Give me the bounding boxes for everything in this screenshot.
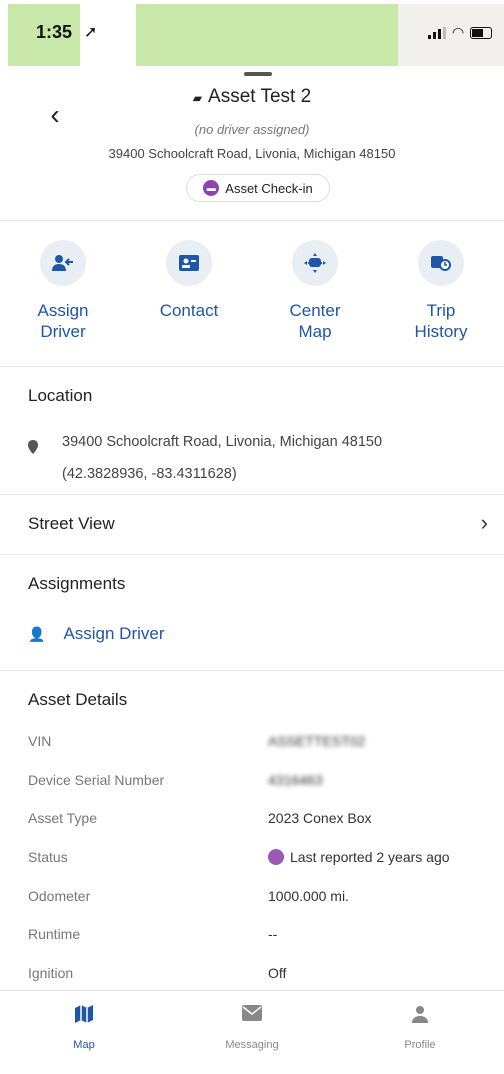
detail-key: Odometer	[28, 887, 91, 904]
asset-details-list: VIN ASSETTEST02 Device Serial Number 431…	[28, 722, 488, 992]
contact-label: Contact	[159, 301, 219, 320]
detail-key: Ignition	[28, 964, 74, 981]
battery-icon	[470, 26, 493, 39]
trip-history-label: Trip History	[414, 301, 468, 341]
divider	[0, 554, 504, 555]
truck-badge-icon: ▬	[203, 180, 220, 196]
tab-label: Map	[73, 1039, 95, 1051]
status-icons: ◠	[428, 24, 493, 41]
status-bar-highlight-right	[136, 4, 398, 66]
detail-value: --	[268, 926, 278, 943]
envelope-icon	[242, 1005, 262, 1025]
status-bar: 1:35 ➚ ◠	[0, 0, 504, 66]
detail-row-vin: VIN ASSETTEST02	[28, 722, 488, 761]
asset-details-title: Asset Details	[28, 690, 128, 709]
tab-label: Profile	[404, 1039, 436, 1051]
detail-key: Asset Type	[28, 810, 98, 827]
street-view-row[interactable]: Street View	[28, 514, 115, 534]
asset-checkin-button[interactable]: ▬ Asset Check-in	[186, 174, 330, 202]
map-icon	[75, 1005, 93, 1025]
wifi-icon: ◠	[452, 24, 465, 40]
trip-history-button[interactable]: Trip History	[378, 240, 504, 342]
location-details: 39400 Schoolcraft Road, Livonia, Michiga…	[62, 426, 382, 490]
detail-row-odometer: Odometer 1000.000 mi.	[28, 876, 488, 915]
detail-row-runtime: Runtime --	[28, 915, 488, 954]
detail-value: ASSETTEST02	[268, 733, 366, 750]
signal-icon	[428, 26, 446, 39]
location-title: Location	[28, 386, 93, 405]
tab-map[interactable]: Map	[0, 991, 168, 1074]
chevron-right-icon[interactable]: ›	[481, 510, 488, 536]
header-title-row: ▰ Asset Test 2	[0, 86, 504, 108]
detail-value: 2023 Conex Box	[268, 810, 372, 827]
sheet-grabber[interactable]	[244, 72, 272, 76]
divider	[0, 494, 504, 495]
detail-row-ignition: Ignition Off	[28, 954, 488, 993]
page-title: ▰ Asset Test 2	[193, 86, 311, 107]
trip-history-icon	[418, 240, 464, 286]
contact-card-icon	[166, 240, 212, 286]
tab-bar: Map Messaging Profile	[0, 990, 504, 1074]
detail-value: Off	[268, 964, 287, 981]
detail-value: Last reported 2 years ago	[268, 849, 450, 866]
action-row: Assign Driver Contact Center Map Trip Histo…	[0, 240, 504, 342]
center-map-icon	[292, 240, 338, 286]
asset-title: Asset Test 2	[208, 86, 312, 107]
location-coords: (42.3828936, -83.4311628)	[62, 466, 237, 482]
status-dot-icon	[268, 849, 284, 866]
truck-icon: ▰	[192, 91, 203, 105]
person-icon	[411, 1005, 429, 1025]
assign-driver-label: Assign Driver	[37, 301, 89, 341]
header-address: 39400 Schoolcraft Road, Livonia, Michiga…	[108, 146, 396, 161]
asset-checkin-label: Asset Check-in	[225, 180, 313, 196]
assign-driver-button[interactable]: Assign Driver	[0, 240, 126, 342]
divider	[0, 220, 504, 221]
divider	[0, 670, 504, 671]
detail-key: Status	[28, 849, 68, 866]
tab-label: Messaging	[225, 1039, 279, 1051]
driver-status: (no driver assigned)	[194, 122, 310, 137]
status-text: Last reported 2 years ago	[290, 849, 450, 866]
detail-key: VIN	[28, 733, 52, 750]
detail-value: 4316463	[268, 771, 323, 788]
detail-row-serial: Device Serial Number 4316463	[28, 761, 488, 800]
center-map-label: Center Map	[289, 301, 341, 341]
center-map-button[interactable]: Center Map	[252, 240, 378, 342]
divider	[0, 366, 504, 367]
detail-row-asset-type: Asset Type 2023 Conex Box	[28, 799, 488, 838]
assign-driver-link[interactable]: 👤 Assign Driver	[28, 624, 165, 644]
location-arrow-icon: ➚	[84, 24, 98, 41]
detail-key: Runtime	[28, 926, 81, 943]
assign-driver-icon	[40, 240, 86, 286]
assign-driver-link-label: Assign Driver	[63, 624, 165, 643]
person-icon: 👤	[28, 625, 46, 642]
detail-key: Device Serial Number	[28, 771, 165, 788]
location-address: 39400 Schoolcraft Road, Livonia, Michiga…	[62, 434, 383, 450]
detail-value: 1000.000 mi.	[268, 887, 349, 904]
tab-profile[interactable]: Profile	[336, 991, 504, 1074]
contact-button[interactable]: Contact	[126, 240, 252, 342]
tab-messaging[interactable]: Messaging	[168, 991, 336, 1074]
detail-row-status: Status Last reported 2 years ago	[28, 838, 488, 877]
status-time: 1:35	[36, 22, 73, 42]
assignments-title: Assignments	[28, 574, 126, 593]
map-pin-icon	[28, 440, 38, 454]
